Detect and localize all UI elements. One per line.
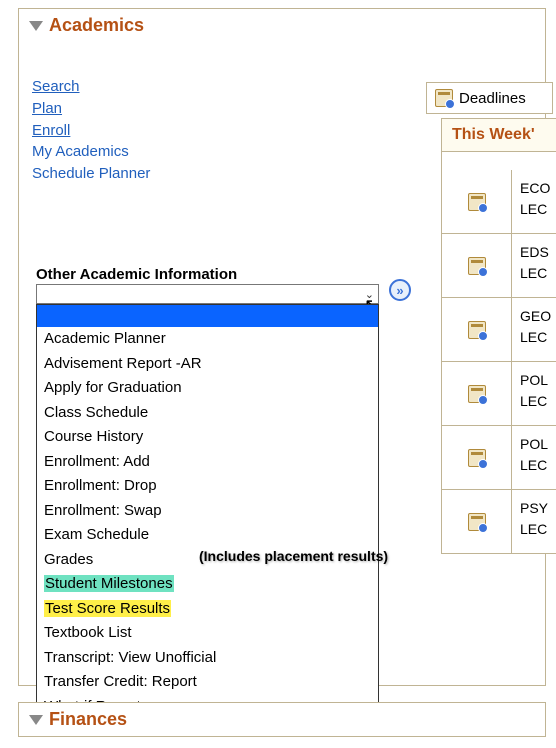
- calendar-icon: [468, 257, 486, 275]
- other-academic-dropdown: Academic PlannerAdvisement Report -ARApp…: [36, 304, 379, 720]
- dropdown-option[interactable]: Transfer Credit: Report: [37, 670, 378, 695]
- other-academic-select[interactable]: ⌄: [36, 284, 379, 304]
- dropdown-option[interactable]: Textbook List: [37, 621, 378, 646]
- schedule-planner-link[interactable]: Schedule Planner: [32, 163, 218, 185]
- other-academic-label: Other Academic Information: [36, 266, 237, 283]
- calendar-icon: [468, 193, 486, 211]
- deadlines-label: Deadlines: [459, 90, 526, 107]
- academics-header: Academics: [19, 9, 545, 42]
- week-row[interactable]: POLLEC: [441, 426, 556, 490]
- this-week-header: This Week': [441, 118, 556, 152]
- dropdown-option[interactable]: Course History: [37, 425, 378, 450]
- calendar-icon: [468, 385, 486, 403]
- calendar-icon: [468, 321, 486, 339]
- week-row[interactable]: POLLEC: [441, 362, 556, 426]
- finances-header: Finances: [19, 703, 545, 736]
- plan-link[interactable]: Plan: [32, 98, 218, 120]
- section-title: Finances: [49, 709, 127, 730]
- dropdown-option[interactable]: Advisement Report -AR: [37, 352, 378, 377]
- dropdown-option[interactable]: Test Score Results: [37, 597, 378, 622]
- week-text-cell: ECOLEC: [512, 170, 556, 233]
- section-title: Academics: [49, 15, 144, 36]
- dropdown-option[interactable]: Student Milestones: [37, 572, 378, 597]
- dropdown-option[interactable]: Class Schedule: [37, 401, 378, 426]
- this-week-panel: This Week' ECOLECEDSLECGEOLECPOLLECPOLLE…: [441, 118, 556, 554]
- week-text-cell: EDSLEC: [512, 234, 556, 297]
- calendar-icon: [468, 449, 486, 467]
- week-icon-cell: [442, 170, 512, 233]
- dropdown-option[interactable]: Enrollment: Drop: [37, 474, 378, 499]
- week-row[interactable]: EDSLEC: [441, 234, 556, 298]
- calendar-icon: [468, 513, 486, 531]
- week-icon-cell: [442, 362, 512, 425]
- week-row[interactable]: ECOLEC: [441, 170, 556, 234]
- enroll-link[interactable]: Enroll: [32, 120, 218, 142]
- dropdown-option[interactable]: Enrollment: Swap: [37, 499, 378, 524]
- go-button[interactable]: »: [389, 279, 411, 301]
- week-text-cell: GEOLEC: [512, 298, 556, 361]
- week-row[interactable]: PSYLEC: [441, 490, 556, 554]
- week-icon-cell: [442, 490, 512, 553]
- deadlines-box[interactable]: Deadlines: [426, 82, 553, 114]
- finances-section: Finances: [18, 702, 546, 737]
- collapse-icon[interactable]: [29, 21, 43, 31]
- dropdown-option[interactable]: Enrollment: Add: [37, 450, 378, 475]
- week-icon-cell: [442, 298, 512, 361]
- week-row[interactable]: GEOLEC: [441, 298, 556, 362]
- dropdown-option[interactable]: Transcript: View Unofficial: [37, 646, 378, 671]
- week-text-cell: POLLEC: [512, 426, 556, 489]
- my-academics-link[interactable]: My Academics: [32, 141, 218, 163]
- collapse-icon[interactable]: [29, 715, 43, 725]
- week-text-cell: PSYLEC: [512, 490, 556, 553]
- dropdown-option[interactable]: Academic Planner: [37, 327, 378, 352]
- week-icon-cell: [442, 234, 512, 297]
- nav-links: Search Plan Enroll My Academics Schedule…: [18, 56, 218, 185]
- week-text-cell: POLLEC: [512, 362, 556, 425]
- dropdown-option[interactable]: Apply for Graduation: [37, 376, 378, 401]
- annotation-text: (Includes placement results): [199, 548, 388, 564]
- dropdown-option-selected-blank[interactable]: [37, 305, 378, 327]
- deadline-calendar-icon: [435, 89, 453, 107]
- dropdown-option[interactable]: Exam Schedule: [37, 523, 378, 548]
- search-link[interactable]: Search: [32, 76, 218, 98]
- chevron-down-icon: ⌄: [365, 288, 374, 301]
- week-icon-cell: [442, 426, 512, 489]
